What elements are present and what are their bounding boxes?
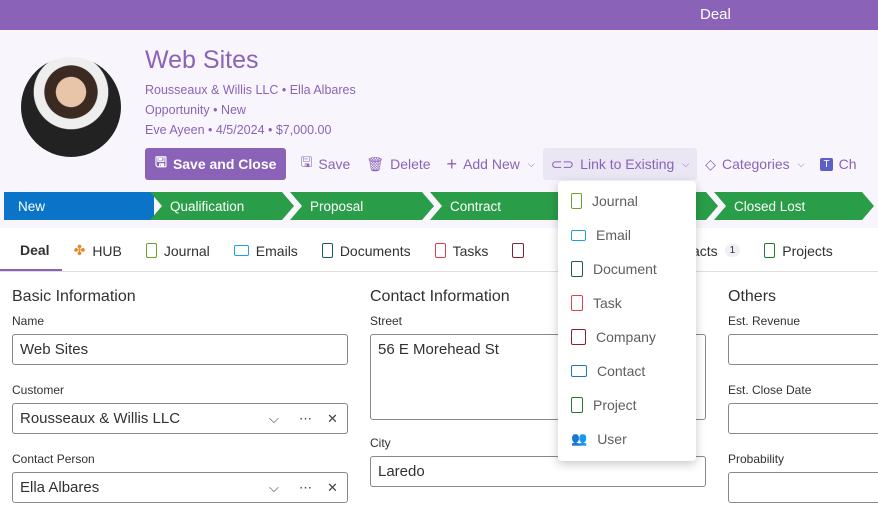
journal-icon xyxy=(145,243,157,258)
stage-proposal[interactable]: Proposal xyxy=(290,192,434,220)
contact-card-icon xyxy=(571,365,587,377)
name-input[interactable]: Web Sites xyxy=(12,334,348,365)
trash-icon: 🗑 xyxy=(366,155,385,172)
tab-deal[interactable]: Deal xyxy=(0,230,62,271)
chevron-down-icon[interactable]: ⌵ xyxy=(269,480,279,496)
stage-bar: New Qualification Proposal Contract Clos… xyxy=(4,192,878,220)
page-title: Web Sites xyxy=(145,46,259,74)
add-new-button[interactable]: + Add New ⌵ xyxy=(439,148,543,180)
tag-icon: ◇ xyxy=(705,155,716,172)
teams-icon: T xyxy=(820,157,833,171)
tab-projects[interactable]: Projects xyxy=(752,230,845,271)
toolbar: 🖫 Save and Close 🖫 Save 🗑 Delete + Add New ⌵ … xyxy=(145,148,865,180)
email-icon xyxy=(233,245,249,256)
customer-label: Customer xyxy=(12,383,65,397)
hub-icon: ✤ xyxy=(73,242,86,258)
menu-item-project[interactable]: Project xyxy=(558,388,696,422)
est-revenue-label: Est. Revenue xyxy=(728,314,801,328)
users-icon: 👥 xyxy=(571,431,588,446)
clear-icon[interactable]: ✕ xyxy=(327,480,338,496)
owner-line: Eve Ayeen • 4/5/2024 • $7,000.00 xyxy=(145,123,332,137)
save-icon: 🖫 xyxy=(300,154,313,170)
menu-item-document[interactable]: Document xyxy=(558,252,696,286)
menu-item-user[interactable]: 👥 User xyxy=(558,422,696,456)
document-icon xyxy=(571,261,583,277)
email-icon xyxy=(571,229,586,241)
more-icon[interactable]: ⋯ xyxy=(299,411,312,427)
chevron-down-icon[interactable]: ⌵ xyxy=(269,411,279,427)
section-heading: Others xyxy=(728,288,777,305)
project-icon xyxy=(571,397,583,413)
section-heading: Basic Information xyxy=(12,288,136,305)
save-and-close-button[interactable]: 🖫 Save and Close xyxy=(145,148,287,180)
basic-information-section: Basic Information Name Web Sites Custome… xyxy=(12,288,348,521)
probability-input[interactable] xyxy=(728,472,878,503)
tab-documents[interactable]: Documents xyxy=(310,230,423,271)
chevron-down-icon: ⌵ xyxy=(797,158,805,169)
stage-qualification[interactable]: Qualification xyxy=(150,192,294,220)
est-close-date-label: Est. Close Date xyxy=(728,383,812,397)
contact-person-lookup[interactable]: Ella Albares ⌵ ⋯ ✕ xyxy=(12,472,348,503)
clear-icon[interactable]: ✕ xyxy=(327,411,338,427)
probability-label: Probability xyxy=(728,452,785,466)
entity-type: Deal xyxy=(700,6,731,23)
company-icon xyxy=(571,329,586,345)
customer-line: Rousseaux & Willis LLC • Ella Albares xyxy=(145,83,356,97)
menu-item-task[interactable]: Task xyxy=(558,286,696,320)
delete-button[interactable]: 🗑 Delete xyxy=(358,148,438,180)
teams-chat-button[interactable]: T Ch xyxy=(812,148,864,180)
tab-journal[interactable]: Journal xyxy=(134,230,222,271)
link-to-existing-menu: Journal Email Document Task Company Cont… xyxy=(558,181,696,461)
stage-closed-lost[interactable]: Closed Lost xyxy=(714,192,874,220)
tab-emails[interactable]: Emails xyxy=(222,230,310,271)
link-to-existing-button[interactable]: ⊂⊃ Link to Existing ⌵ xyxy=(542,148,698,180)
more-icon[interactable]: ⋯ xyxy=(299,480,312,496)
contacts-count-badge: 1 xyxy=(724,244,741,257)
chevron-down-icon: ⌵ xyxy=(527,158,535,169)
tab-hub[interactable]: ✤ HUB xyxy=(62,230,134,271)
project-icon xyxy=(764,243,776,258)
est-close-date-input[interactable] xyxy=(728,403,878,434)
menu-item-journal[interactable]: Journal xyxy=(558,184,696,218)
save-button[interactable]: 🖫 Save xyxy=(292,148,358,180)
task-icon xyxy=(571,295,583,311)
avatar xyxy=(21,57,121,157)
tab-bar: Deal ✤ HUB Journal Emails Documents Tasks… xyxy=(0,230,878,272)
stage-contract[interactable]: Contract xyxy=(430,192,574,220)
document-icon xyxy=(321,243,333,258)
menu-item-contact[interactable]: Contact xyxy=(558,354,696,388)
journal-icon xyxy=(571,193,582,209)
chevron-down-icon: ⌵ xyxy=(682,158,690,169)
contact-person-label: Contact Person xyxy=(12,452,95,466)
tab-tasks[interactable]: Tasks xyxy=(423,230,501,271)
type-line: Opportunity • New xyxy=(145,103,246,117)
task-icon xyxy=(434,243,446,258)
menu-item-email[interactable]: Email xyxy=(558,218,696,252)
customer-lookup[interactable]: Rousseaux & Willis LLC ⌵ ⋯ ✕ xyxy=(12,403,348,434)
plus-icon: + xyxy=(446,153,458,174)
stage-new[interactable]: New xyxy=(4,192,154,220)
link-icon: ⊂⊃ xyxy=(550,155,575,172)
save-icon: 🖫 xyxy=(155,154,167,170)
est-revenue-input[interactable] xyxy=(728,334,878,365)
categories-button[interactable]: ◇ Categories ⌵ xyxy=(697,148,812,180)
name-label: Name xyxy=(12,314,45,328)
top-bar: Deal xyxy=(0,0,878,30)
menu-item-company[interactable]: Company xyxy=(558,320,696,354)
others-section: Others Est. Revenue Est. Close Date Prob… xyxy=(728,288,878,521)
company-icon xyxy=(512,243,525,258)
